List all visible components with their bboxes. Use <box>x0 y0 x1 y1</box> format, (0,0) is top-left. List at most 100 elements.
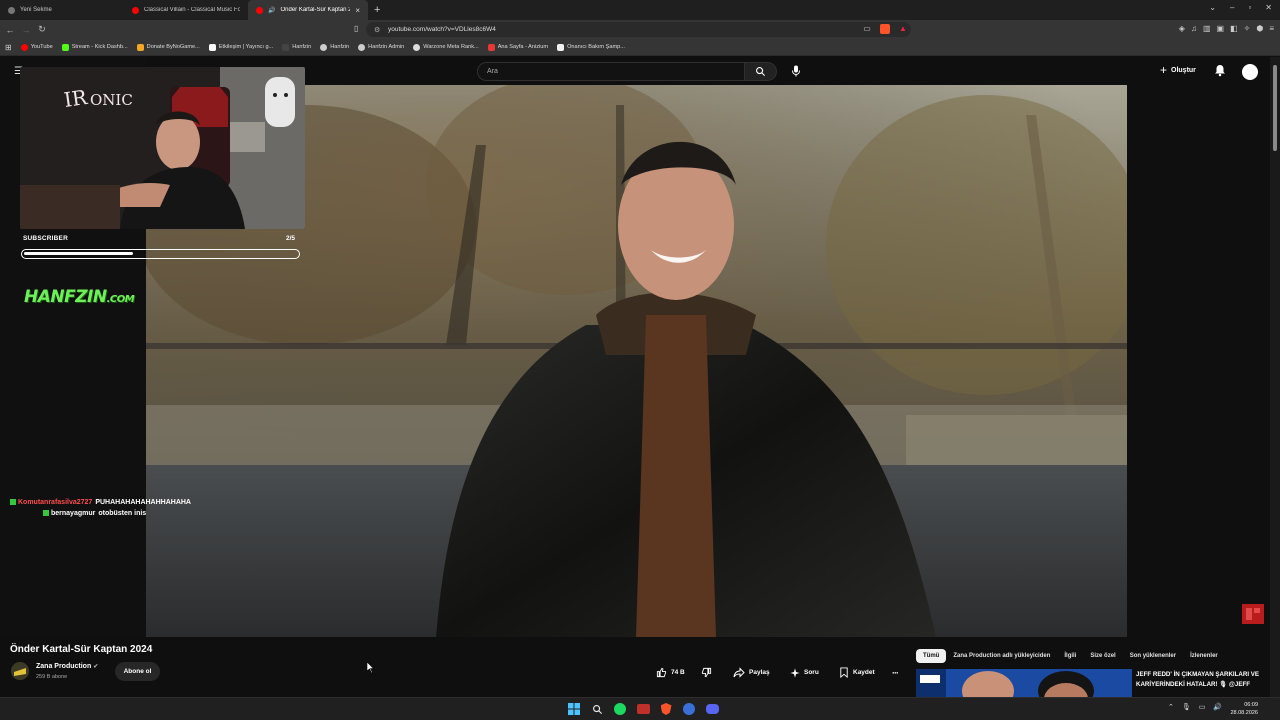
kick-badge-icon <box>43 510 49 517</box>
volume-icon[interactable]: 🔊 <box>1213 703 1222 711</box>
bookmark-item[interactable]: Ana Sayfa - Anizium <box>487 43 548 51</box>
extension-icon[interactable]: ◧ <box>1230 24 1238 33</box>
like-button[interactable]: 74 B <box>656 665 685 680</box>
dislike-button[interactable] <box>701 665 712 680</box>
forward-icon[interactable]: → <box>18 25 34 35</box>
subscribe-button[interactable]: Abone ol <box>115 662 160 681</box>
system-tray: ⌃ 🎙 ▭ 🔊 <box>1168 703 1222 711</box>
kick-badge-icon <box>10 499 16 506</box>
svg-text:IR: IR <box>62 85 89 112</box>
address-bar[interactable]: ⚙ youtube.com/watch?v=VDLles8c6W4 <box>366 22 911 37</box>
chip-for-you[interactable]: Size özel <box>1083 649 1122 663</box>
chevron-up-icon[interactable]: ⌃ <box>1168 703 1174 711</box>
brave-shield-icon[interactable] <box>880 24 890 34</box>
ask-button[interactable]: Soru <box>790 665 819 680</box>
create-button[interactable]: + Oluştur <box>1160 64 1196 76</box>
site-info-icon[interactable]: ⚙ <box>374 26 380 34</box>
chip-recently-uploaded[interactable]: Son yüklenenler <box>1123 649 1183 663</box>
youtube-favicon-icon <box>132 6 139 14</box>
tab-active-video[interactable]: 🔊 Önder Kartal-Sür Kaptan 2024 × <box>248 0 368 20</box>
recommendation-chips: Tümü Zana Production adlı yükleyiciden İ… <box>916 649 1225 664</box>
stream-app-icon[interactable] <box>635 701 651 717</box>
subscriber-goal-label: SUBSCRIBER <box>23 235 68 242</box>
new-tab-icon <box>8 6 15 14</box>
verified-icon: ✔ <box>93 664 99 670</box>
bookmark-item[interactable]: Etkileşim | Yayıncı g... <box>208 43 273 51</box>
recommended-video-title[interactable]: JEFF REDD' İN ÇIKMAYAN ŞARKILARI VE KARİ… <box>1136 670 1266 690</box>
tab-label: Classical Villain - Classical Music For <box>144 7 240 13</box>
menu-icon[interactable]: ≡ <box>1269 24 1274 33</box>
tab-new-tab[interactable]: Yeni Sekme <box>0 0 124 20</box>
bookmark-item[interactable]: Onanıcı Bakım Şamp... <box>557 43 625 51</box>
account-avatar[interactable] <box>1242 64 1258 80</box>
bookmark-item[interactable]: Donate ByNoGame... <box>136 43 200 51</box>
search-button[interactable] <box>745 62 777 81</box>
bookmark-item[interactable]: Hanfzin <box>320 43 349 51</box>
discord-icon[interactable] <box>704 701 720 717</box>
microphone-tray-icon[interactable]: 🎙 <box>1182 703 1191 711</box>
bookmark-item[interactable]: Hanfzin Admin <box>358 43 404 51</box>
scrollbar-thumb[interactable] <box>1273 65 1277 151</box>
chip-all[interactable]: Tümü <box>916 649 947 663</box>
search-icon <box>592 704 602 714</box>
tab-classical-villain[interactable]: Classical Villain - Classical Music For <box>124 0 248 20</box>
chip-related[interactable]: İlgili <box>1057 649 1083 663</box>
save-button[interactable]: Kaydet <box>839 665 875 680</box>
music-icon[interactable]: ♫ <box>1191 24 1197 33</box>
bookmark-icon <box>840 667 848 678</box>
back-icon[interactable]: ← <box>2 25 18 35</box>
subscriber-goal-count: 2/5 <box>286 235 296 242</box>
new-tab-button[interactable]: + <box>374 4 380 16</box>
bookmark-item[interactable]: YouTube <box>20 43 53 51</box>
channel-name[interactable]: Zana Production ✔ <box>36 663 98 670</box>
more-actions-button[interactable]: ··· <box>892 665 899 680</box>
subscriber-goal-fill <box>24 252 133 255</box>
brave-rewards-icon[interactable]: ▲ <box>898 24 908 34</box>
reload-icon[interactable]: ↻ <box>34 24 50 35</box>
app-icon[interactable] <box>681 701 697 717</box>
recommended-video-thumbnail[interactable] <box>916 669 1132 697</box>
apps-icon[interactable]: ⊞ <box>5 43 12 52</box>
display-icon[interactable]: ▭ <box>1199 703 1206 711</box>
bookmark-item[interactable]: Warzone Meta Rank... <box>413 43 479 51</box>
extensions-icon[interactable]: ▣ <box>1217 24 1225 33</box>
bookmark-page-icon[interactable]: ▯ <box>354 24 358 33</box>
clock-time: 06:09 <box>1244 702 1258 708</box>
chip-from-uploader[interactable]: Zana Production adlı yükleyiciden <box>946 649 1057 663</box>
windows-start-icon[interactable] <box>566 701 582 717</box>
page-scrollbar[interactable] <box>1270 57 1280 697</box>
maximize-icon[interactable]: ▫ <box>1248 3 1251 12</box>
cast-icon[interactable]: ▭ <box>862 24 872 34</box>
close-tab-icon[interactable]: × <box>355 6 360 15</box>
voice-search-button[interactable] <box>787 62 805 80</box>
webcam-feed: IR ONIC <box>20 67 305 229</box>
share-button[interactable]: Paylaş <box>733 665 770 680</box>
bookmark-item[interactable]: Hanfzin <box>282 43 311 51</box>
minimize-icon[interactable]: – <box>1230 3 1234 12</box>
video-title: Önder Kartal-Sür Kaptan 2024 <box>10 644 153 655</box>
windows-taskbar: ⌃ 🎙 ▭ 🔊 06:09 28.08.2026 <box>0 697 1280 720</box>
taskbar-clock[interactable]: 06:09 28.08.2026 <box>1230 701 1258 717</box>
channel-avatar[interactable] <box>11 662 29 680</box>
search-icon <box>756 67 766 77</box>
spotify-icon[interactable] <box>612 701 628 717</box>
notifications-bell-icon[interactable] <box>1214 64 1226 77</box>
youtube-page: ☰ Ara + Oluştur IR ONIC SUBSCRIBER 2/5 H… <box>0 57 1270 697</box>
search-input[interactable]: Ara <box>477 62 745 81</box>
thumbnail-image <box>916 669 1132 697</box>
vpn-icon[interactable]: ⬢ <box>1256 24 1263 33</box>
svg-text:ONIC: ONIC <box>90 91 133 109</box>
stream-corner-logo <box>1242 604 1264 624</box>
hanfzin-logo: HANFZIN.COM <box>24 287 135 307</box>
speaker-icon: 🔊 <box>268 7 276 14</box>
chip-watched[interactable]: İzlenenler <box>1183 649 1225 663</box>
sidebar-icon[interactable]: ▥ <box>1203 24 1211 33</box>
kick-icon <box>61 43 69 51</box>
close-window-icon[interactable]: ✕ <box>1265 3 1272 12</box>
taskbar-search-icon[interactable] <box>589 701 605 717</box>
tab-search-icon[interactable]: ⌄ <box>1209 3 1216 12</box>
leo-icon[interactable]: ✧ <box>1244 24 1251 33</box>
bookmark-item[interactable]: Stream - Kick Dashb... <box>61 43 128 51</box>
wallet-icon[interactable]: ◈ <box>1179 24 1185 33</box>
brave-browser-icon[interactable] <box>658 701 674 717</box>
